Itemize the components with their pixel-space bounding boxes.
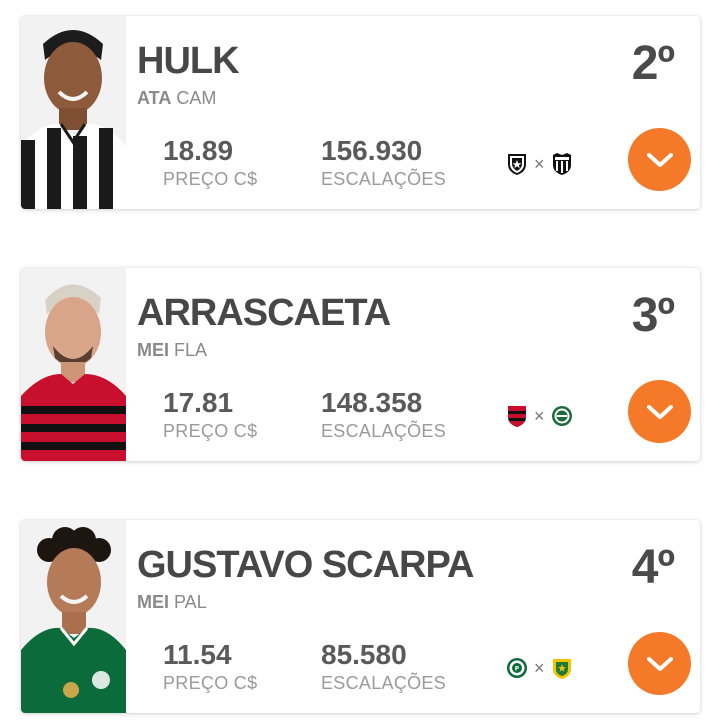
chevron-down-icon <box>646 404 673 419</box>
flamengo-crest-icon <box>508 406 526 427</box>
expand-button[interactable] <box>628 380 691 443</box>
player-photo <box>21 16 126 209</box>
price-value: 11.54 <box>163 639 232 670</box>
player-card: GUSTAVO SCARPA MEI PAL 4º 11.54 PREÇO C$ … <box>21 520 700 713</box>
player-name: HULK <box>137 40 240 82</box>
lineups-value: 148.358 <box>321 387 423 418</box>
price-stat: 11.54 PREÇO C$ <box>163 640 257 694</box>
next-match: × <box>506 152 573 176</box>
player-photo <box>21 520 126 713</box>
player-position: MEI <box>137 340 170 360</box>
price-label: PREÇO C$ <box>163 673 258 693</box>
player-club: PAL <box>174 592 207 612</box>
player-rank: 2º <box>631 37 675 90</box>
lineups-value: 156.930 <box>321 135 423 166</box>
price-stat: 18.89 PREÇO C$ <box>163 136 257 190</box>
atletico-mineiro-crest-icon <box>552 153 571 175</box>
lineups-stat: 156.930 ESCALAÇÕES <box>321 136 446 190</box>
chevron-down-icon <box>646 152 673 167</box>
player-position: ATA <box>137 88 172 108</box>
lineups-label: ESCALAÇÕES <box>321 421 447 441</box>
price-label: PREÇO C$ <box>163 421 258 441</box>
player-name: GUSTAVO SCARPA <box>137 544 474 586</box>
palmeiras-crest-icon: P <box>507 658 527 678</box>
player-name: ARRASCAETA <box>137 292 391 334</box>
next-match: P × <box>506 656 573 680</box>
price-label: PREÇO C$ <box>163 169 258 189</box>
lineups-value: 85.580 <box>321 639 407 670</box>
price-value: 18.89 <box>163 135 234 166</box>
match-separator: × <box>534 154 545 174</box>
chevron-down-icon <box>646 656 673 671</box>
player-rank: 3º <box>631 289 675 342</box>
lineups-stat: 85.580 ESCALAÇÕES <box>321 640 446 694</box>
match-separator: × <box>534 406 545 426</box>
price-stat: 17.81 PREÇO C$ <box>163 388 257 442</box>
player-club: CAM <box>176 88 217 108</box>
player-position: MEI <box>137 592 170 612</box>
player-card: ARRASCAETA MEI FLA 3º 17.81 PREÇO C$ 148.… <box>21 268 700 461</box>
player-position-club: MEI FLA <box>137 340 207 361</box>
next-match: × <box>506 404 573 428</box>
price-value: 17.81 <box>163 387 234 418</box>
player-rank: 4º <box>631 541 675 594</box>
expand-button[interactable] <box>628 632 691 695</box>
match-separator: × <box>534 658 545 678</box>
player-position-club: ATA CAM <box>137 88 216 109</box>
player-position-club: MEI PAL <box>137 592 207 613</box>
player-club: FLA <box>174 340 208 360</box>
expand-button[interactable] <box>628 128 691 191</box>
coritiba-crest-icon <box>551 406 572 426</box>
svg-text:P: P <box>515 666 520 673</box>
cuiaba-crest-icon <box>552 659 571 679</box>
botafogo-crest-icon <box>508 154 526 175</box>
lineups-stat: 148.358 ESCALAÇÕES <box>321 388 446 442</box>
lineups-label: ESCALAÇÕES <box>321 673 447 693</box>
player-photo <box>21 268 126 461</box>
player-card: HULK ATA CAM 2º 18.89 PREÇO C$ 156.930 ES… <box>21 16 700 209</box>
lineups-label: ESCALAÇÕES <box>321 169 447 189</box>
